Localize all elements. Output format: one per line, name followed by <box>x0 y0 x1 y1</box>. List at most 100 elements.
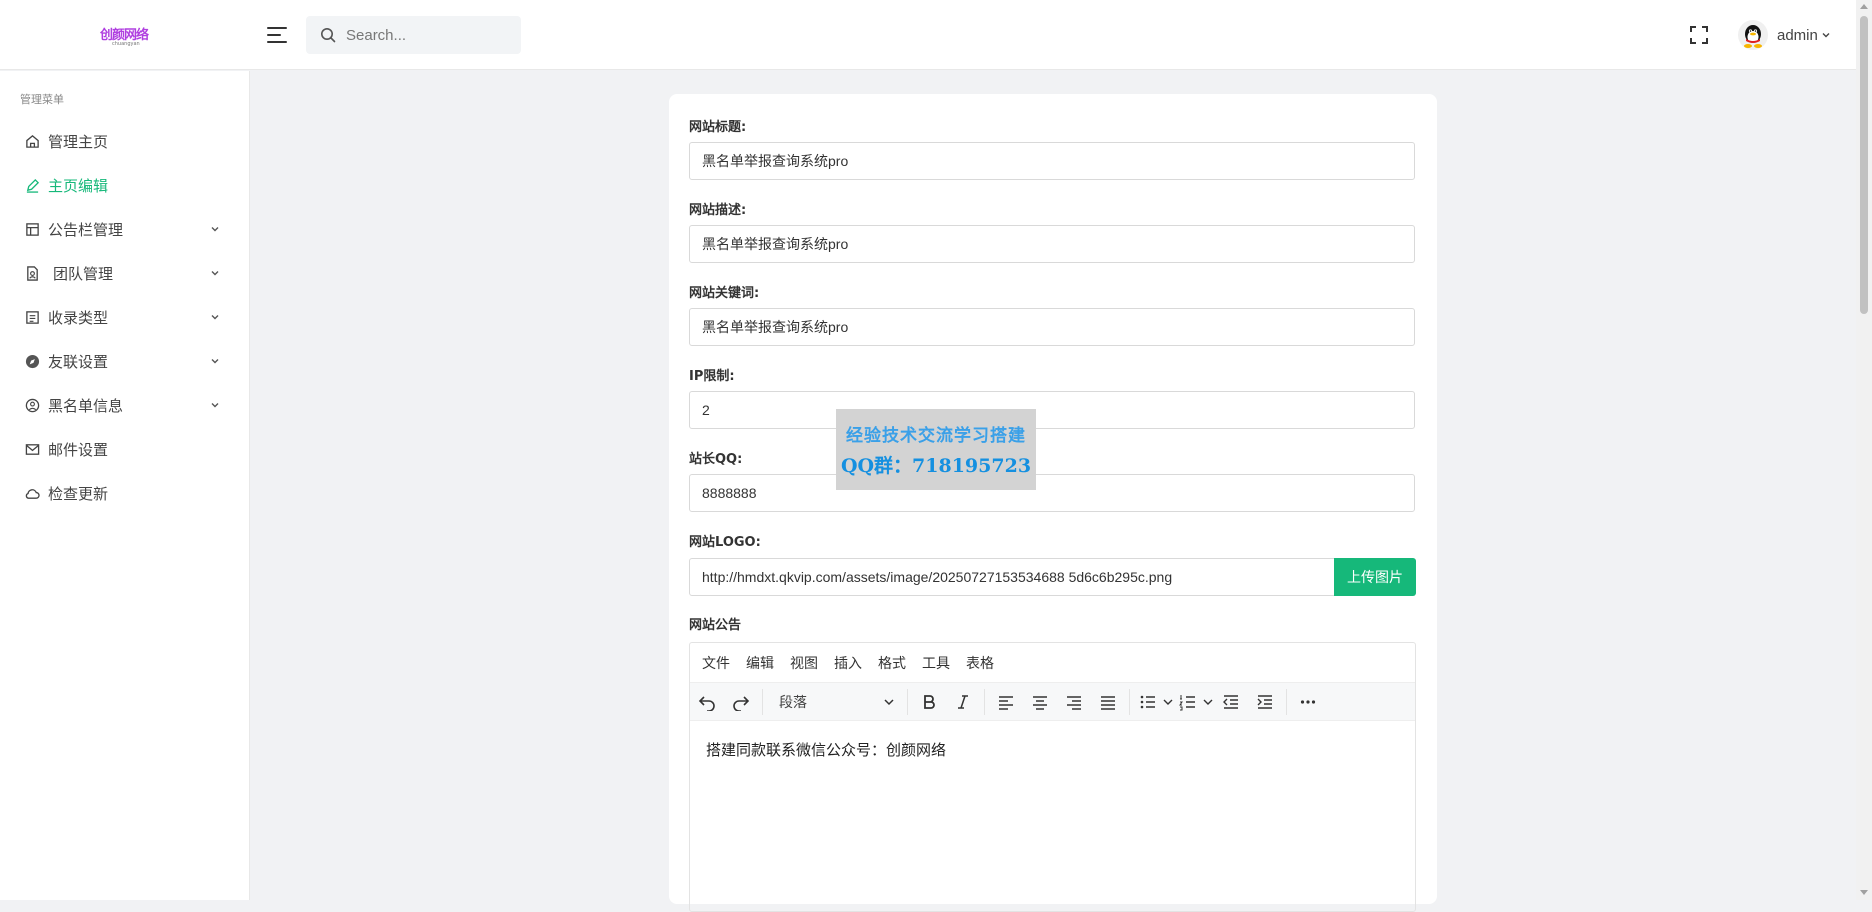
logo-subtext: chuangyan <box>112 41 140 47</box>
sidebar-item-label: 邮件设置 <box>48 440 109 459</box>
more-icon[interactable] <box>1291 687 1325 717</box>
scroll-up-icon[interactable] <box>1860 4 1868 9</box>
bullet-list-dropdown[interactable] <box>1134 687 1174 717</box>
admin-qq-label: 站长QQ: <box>689 452 743 467</box>
italic-icon[interactable] <box>946 687 980 717</box>
sidebar-item-label: 收录类型 <box>48 308 109 327</box>
sidebar-item-label: 公告栏管理 <box>48 220 124 239</box>
site-desc-label: 网站描述: <box>689 203 747 218</box>
bullet-list-icon[interactable] <box>1134 687 1162 717</box>
sidebar-title: 管理菜单 <box>20 93 64 106</box>
menu-format[interactable]: 格式 <box>878 653 906 673</box>
top-bar: 创颜网络 chuangyan admin <box>0 0 1856 70</box>
align-center-icon[interactable] <box>1023 687 1057 717</box>
site-title-label: 网站标题: <box>689 120 747 135</box>
toolbar-divider <box>1286 688 1287 715</box>
chevron-down-icon <box>884 698 894 705</box>
avatar <box>1738 20 1768 50</box>
scrollbar-thumb[interactable] <box>1860 16 1868 314</box>
site-title-input[interactable] <box>689 142 1415 180</box>
menu-table[interactable]: 表格 <box>966 653 994 673</box>
sidebar-item-label: 管理主页 <box>48 132 109 151</box>
align-right-icon[interactable] <box>1057 687 1091 717</box>
logo-label: 网站LOGO: <box>689 535 761 550</box>
chevron-down-icon <box>1163 699 1173 705</box>
fullscreen-icon[interactable] <box>1689 25 1709 45</box>
mail-icon <box>24 441 40 457</box>
logo-url-input[interactable] <box>689 558 1337 596</box>
menu-edit[interactable]: 编辑 <box>746 653 774 673</box>
numbered-list-dropdown[interactable] <box>1174 687 1214 717</box>
outdent-icon[interactable] <box>1214 687 1248 717</box>
sidebar-item-update[interactable]: 检查更新 <box>24 479 230 507</box>
sidebar-item-label: 检查更新 <box>48 484 109 503</box>
menu-tools[interactable]: 工具 <box>922 653 950 673</box>
search-input[interactable] <box>346 26 496 44</box>
logo[interactable]: 创颜网络 chuangyan <box>100 24 156 48</box>
edit-icon <box>24 177 40 193</box>
toolbar-divider <box>762 688 763 715</box>
ip-limit-input[interactable] <box>689 391 1415 429</box>
sidebar-item-team[interactable]: 团队管理 <box>24 259 230 287</box>
sidebar-item-home-edit[interactable]: 主页编辑 <box>24 171 230 199</box>
toolbar-divider <box>1129 688 1130 715</box>
scroll-down-icon[interactable] <box>1860 890 1868 895</box>
chevron-down-icon <box>211 271 219 276</box>
cloud-icon <box>24 485 40 501</box>
username: admin <box>1777 26 1818 44</box>
sidebar-item-notice[interactable]: 公告栏管理 <box>24 215 230 243</box>
user-pin-icon <box>24 397 40 413</box>
chevron-down-icon <box>211 403 219 408</box>
user-menu[interactable]: admin <box>1738 20 1831 50</box>
sidebar-item-label: 友联设置 <box>48 352 109 371</box>
search-box[interactable] <box>306 16 521 54</box>
menu-toggle-icon[interactable] <box>266 25 288 45</box>
upload-image-button[interactable]: 上传图片 <box>1334 558 1416 596</box>
sidebar-item-links[interactable]: 友联设置 <box>24 347 230 375</box>
search-icon <box>321 28 336 43</box>
undo-icon[interactable] <box>690 687 724 717</box>
menu-file[interactable]: 文件 <box>702 653 730 673</box>
chevron-down-icon <box>211 315 219 320</box>
chevron-down-icon <box>211 227 219 232</box>
menu-view[interactable]: 视图 <box>790 653 818 673</box>
menu-insert[interactable]: 插入 <box>834 653 862 673</box>
list-icon <box>24 309 40 325</box>
editor-content[interactable]: 搭建同款联系微信公众号：创颜网络 <box>690 721 1415 778</box>
sidebar-item-types[interactable]: 收录类型 <box>24 303 230 331</box>
sidebar-item-label: 主页编辑 <box>48 176 109 195</box>
site-desc-input[interactable] <box>689 225 1415 263</box>
bold-icon[interactable] <box>912 687 946 717</box>
notice-label: 网站公告 <box>689 618 742 633</box>
editor-toolbar: 段落 <box>690 683 1415 721</box>
settings-panel: 网站标题: 网站描述: 网站关键词: IP限制: 站长QQ: 网站LOGO: 上… <box>669 94 1437 912</box>
editor-menubar: 文件 编辑 视图 插入 格式 工具 表格 <box>690 643 1415 683</box>
block-format-value: 段落 <box>779 694 807 711</box>
site-keywords-label: 网站关键词: <box>689 286 760 301</box>
sidebar: 管理菜单 管理主页 主页编辑 公告栏管理 团队管理 收录类型 友联设置 黑名单信… <box>0 71 250 900</box>
redo-icon[interactable] <box>724 687 758 717</box>
numbered-list-icon[interactable] <box>1174 687 1202 717</box>
align-justify-icon[interactable] <box>1091 687 1125 717</box>
toolbar-divider <box>984 688 985 715</box>
chevron-down-icon <box>1822 33 1830 38</box>
watermark: 经验技术交流学习搭建 QQ群：718195723 <box>836 409 1036 490</box>
badge-icon <box>24 265 40 281</box>
sidebar-item-mail[interactable]: 邮件设置 <box>24 435 230 463</box>
rich-text-editor[interactable]: 文件 编辑 视图 插入 格式 工具 表格 段落 搭建同款联系微信公众号：创颜网络 <box>689 642 1416 912</box>
admin-qq-input[interactable] <box>689 474 1415 512</box>
toolbar-divider <box>907 688 908 715</box>
chevron-down-icon <box>1203 699 1213 705</box>
chevron-down-icon <box>211 359 219 364</box>
compass-icon <box>24 353 40 369</box>
site-keywords-input[interactable] <box>689 308 1415 346</box>
block-format-select[interactable]: 段落 <box>767 687 903 717</box>
sidebar-item-blacklist[interactable]: 黑名单信息 <box>24 391 230 419</box>
layout-icon <box>24 221 40 237</box>
scrollbar[interactable] <box>1856 0 1872 900</box>
indent-icon[interactable] <box>1248 687 1282 717</box>
ip-limit-label: IP限制: <box>689 369 735 384</box>
sidebar-item-label: 黑名单信息 <box>48 396 124 415</box>
align-left-icon[interactable] <box>989 687 1023 717</box>
sidebar-item-home[interactable]: 管理主页 <box>24 127 230 155</box>
